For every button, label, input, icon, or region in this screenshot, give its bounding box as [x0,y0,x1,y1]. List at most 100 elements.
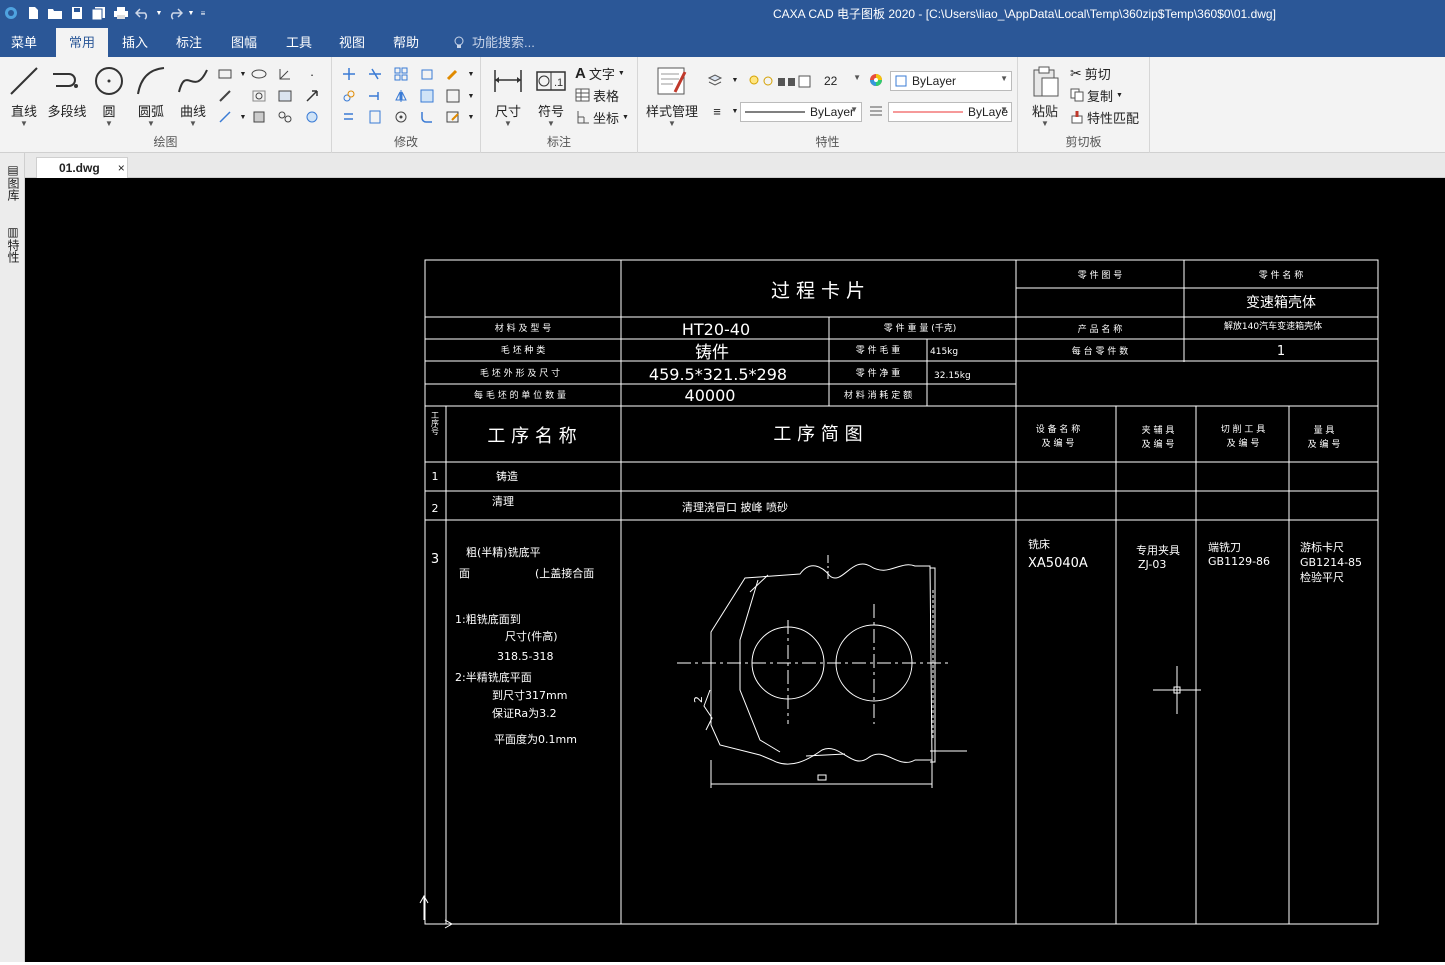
print-icon[interactable] [110,3,132,23]
offset-icon[interactable] [340,108,358,126]
break-icon[interactable] [366,108,384,126]
drawing-canvas[interactable]: 过 程 卡 片 零 件 图 号 零 件 名 称 变速箱壳体 材 料 及 型 号 … [25,178,1445,962]
open-folder-icon[interactable] [44,3,66,23]
tab-sheet[interactable]: 图幅 [220,28,268,57]
table-button[interactable]: 表格 [575,85,619,105]
fillet-icon[interactable] [418,108,436,126]
lightbulb-icon [454,36,464,48]
tab-insert[interactable]: 插入 [112,28,158,57]
brush-icon[interactable] [444,65,462,83]
hatch-icon[interactable] [276,87,294,105]
close-icon[interactable]: × [118,161,125,175]
scale-icon[interactable] [418,65,436,83]
save-all-icon[interactable] [88,3,110,23]
redo-icon[interactable] [164,3,186,23]
op3-fixture-a: 专用夹具 [1136,543,1180,557]
linetype-combo[interactable]: ByLayer ▼ [740,102,862,122]
linetype-value: ByLayer [810,105,855,119]
parallel-line-icon[interactable] [216,87,234,105]
blank-size-label: 毛 坯 外 形 及 尺 寸 [480,367,560,379]
layer-combo[interactable]: 22 ▼ [744,71,864,91]
color-swatch-icon [895,75,907,87]
redo-dropdown-icon[interactable]: ▼ [186,3,196,23]
mirror-icon[interactable] [392,87,410,105]
symbol-button[interactable]: .1 符号 ▼ [530,63,572,128]
customize-toolbar-icon[interactable]: ≡ [196,3,210,23]
color-combo[interactable]: ByLayer ▼ [890,71,1012,91]
tab-home[interactable]: 常用 [56,28,108,57]
properties-panel-tab[interactable]: ▥特性 [5,225,20,263]
trim-icon[interactable] [366,65,384,83]
op3-step1: 1:粗铣底面到 [455,612,521,626]
chevron-down-icon[interactable]: ▼ [462,65,480,83]
chevron-down-icon[interactable]: ▼ [462,108,480,126]
edit-icon[interactable] [444,108,462,126]
drawing-sheet: 过 程 卡 片 零 件 图 号 零 件 名 称 变速箱壳体 材 料 及 型 号 … [419,259,1379,929]
array-icon[interactable] [392,65,410,83]
op3-step2b: 到尺寸317mm [492,688,567,702]
layer-manager-icon[interactable] [706,71,724,89]
document-tab[interactable]: 01.dwg × [36,157,128,178]
arrow-icon[interactable] [303,87,321,105]
undo-icon[interactable] [132,3,154,23]
tab-help[interactable]: 帮助 [384,28,428,57]
image-icon[interactable] [303,108,321,126]
tab-annotate[interactable]: 标注 [166,28,212,57]
feature-search[interactable]: 功能搜索... [452,28,535,57]
draw-group: 直线 ▼ 多段线 圆 ▼ 圆弧 ▼ 曲线 ▼ ▼ · ▼ 绘图 [0,57,332,153]
lineweight-combo[interactable]: ByLaye ▼ [888,102,1012,122]
polyline-button[interactable]: 多段线 [45,63,89,120]
construction-line-icon[interactable] [216,108,234,126]
coord-button[interactable]: 坐标 ▼ [575,107,629,127]
color-wheel-icon[interactable] [867,71,885,89]
angle-line-icon[interactable] [276,65,294,83]
stretch-icon[interactable] [418,87,436,105]
op3-gauge-a: 游标卡尺 [1300,540,1344,554]
circle-button[interactable]: 圆 ▼ [88,63,130,128]
material-value: HT20-40 [682,320,750,339]
library-panel-tab[interactable]: ▤图库 [5,163,20,201]
match-properties-button[interactable]: 特性匹配 [1070,107,1139,127]
layer-state-icons [749,75,811,88]
rotate-icon[interactable] [392,108,410,126]
arc-icon [133,63,169,99]
point-icon[interactable]: · [303,65,321,83]
product-name-value: 解放140汽车变速箱壳体 [1224,320,1322,332]
tab-menu[interactable]: 菜单 [0,28,48,57]
rectangle-icon[interactable] [216,65,234,83]
app-logo-icon[interactable] [0,3,22,23]
new-file-icon[interactable] [22,3,44,23]
arc-button[interactable]: 圆弧 ▼ [130,63,172,128]
cut-button[interactable]: ✂ 剪切 [1070,63,1111,83]
chevron-down-icon: ▼ [1041,119,1049,128]
lineweight-icon[interactable] [867,102,885,120]
text-button[interactable]: A 文字 ▼ [575,63,625,83]
multi-circle-icon[interactable] [276,108,294,126]
blank-size-value: 459.5*321.5*298 [649,365,787,384]
dimension-button[interactable]: 尺寸 ▼ [487,63,529,128]
center-line-icon[interactable] [250,87,268,105]
copy-button[interactable]: 复制 ▼ [1070,85,1123,105]
save-icon[interactable] [66,3,88,23]
table-icon [575,88,590,102]
curve-button[interactable]: 曲线 ▼ [172,63,214,128]
tab-tools[interactable]: 工具 [276,28,322,57]
ellipse-icon[interactable] [250,65,268,83]
op3-step1c: 318.5-318 [497,650,553,663]
block-icon[interactable] [250,108,268,126]
line-button[interactable]: 直线 ▼ [3,63,45,128]
match-properties-icon [1071,111,1083,124]
extend-icon[interactable] [366,87,384,105]
chevron-down-icon[interactable]: ▼ [726,71,744,89]
tab-view[interactable]: 视图 [330,28,374,57]
quick-access-toolbar: ▼ ▼ ≡ [0,3,210,23]
style-manager-button[interactable]: 样式管理 ▼ [646,63,698,128]
linetype-list-icon[interactable]: ≡ [708,102,726,120]
paste-button[interactable]: 粘贴 ▼ [1024,63,1066,128]
copy-object-icon[interactable] [340,87,358,105]
line-icon [6,63,42,99]
chevron-down-icon[interactable]: ▼ [462,87,480,105]
undo-dropdown-icon[interactable]: ▼ [154,3,164,23]
move-icon[interactable] [340,65,358,83]
explode-icon[interactable] [444,87,462,105]
